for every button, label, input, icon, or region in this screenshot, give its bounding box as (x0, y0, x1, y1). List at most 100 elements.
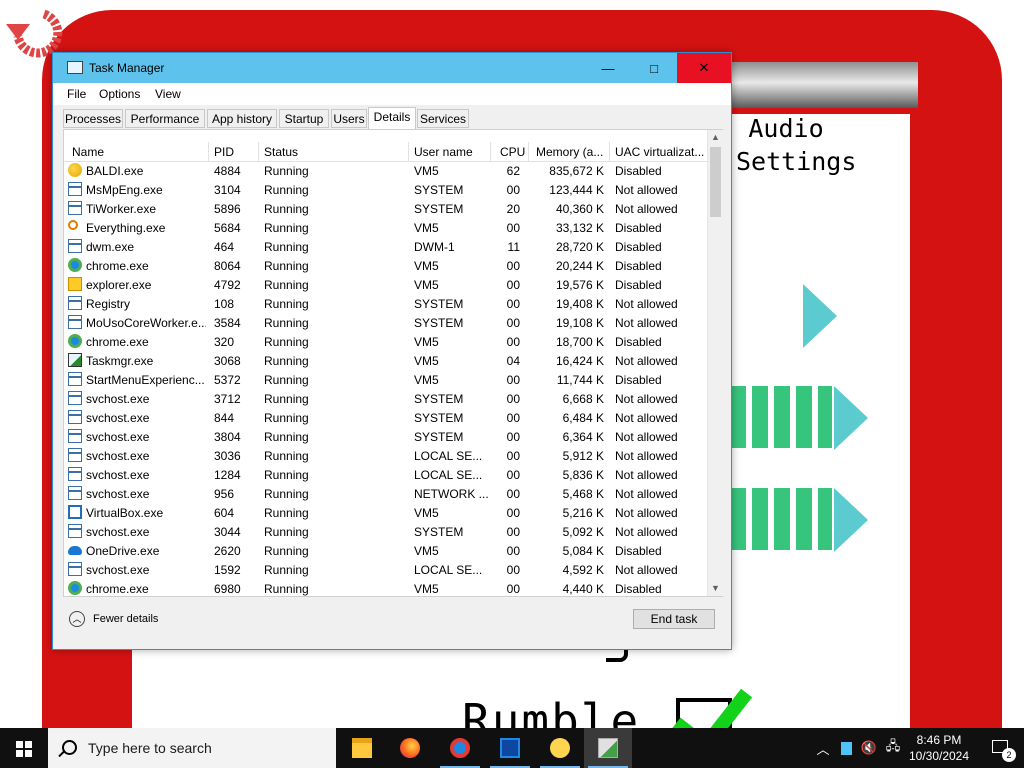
cell-status: Running (264, 430, 309, 444)
table-row[interactable]: VirtualBox.exe 604 Running VM5 00 5,216 K Not … (64, 503, 707, 522)
column-divider[interactable] (528, 142, 529, 161)
volume-muted-icon[interactable]: 🔇 (858, 728, 880, 768)
table-row[interactable]: explorer.exe 4792 Running VM5 00 19,576 K Disa… (64, 275, 707, 294)
arrow-right-icon[interactable] (803, 284, 837, 348)
cell-name: svchost.exe (86, 449, 150, 463)
cell-pid: 4884 (214, 164, 241, 178)
table-row[interactable]: svchost.exe 844 Running SYSTEM 00 6,484 K Not … (64, 408, 707, 427)
column-header-uac[interactable]: UAC virtualizat... (615, 145, 705, 159)
table-row[interactable]: chrome.exe 6980 Running VM5 00 4,440 K Disable… (64, 579, 707, 598)
cell-status: Running (264, 164, 309, 178)
table-row[interactable]: svchost.exe 3044 Running SYSTEM 00 5,092 K Not… (64, 522, 707, 541)
cell-pid: 956 (214, 487, 235, 501)
action-center-button[interactable]: 2 (980, 728, 1024, 768)
tab-performance[interactable]: Performance (125, 109, 205, 128)
column-header-name[interactable]: Name (72, 145, 104, 159)
scrollbar-thumb[interactable] (710, 147, 721, 217)
table-row[interactable]: svchost.exe 1284 Running LOCAL SE... 00 5,836… (64, 465, 707, 484)
cell-name: VirtualBox.exe (86, 506, 164, 520)
cell-pid: 3712 (214, 392, 241, 406)
arrow-right-icon[interactable] (834, 488, 868, 552)
cell-cpu: 11 (507, 240, 520, 254)
cell-cpu: 62 (506, 164, 520, 178)
close-button[interactable]: ✕ (677, 53, 731, 83)
fewer-details-button[interactable]: ︿ Fewer details (69, 611, 158, 627)
column-header-user-name[interactable]: User name (414, 145, 473, 159)
table-row[interactable]: TiWorker.exe 5896 Running SYSTEM 20 40,360 K N… (64, 199, 707, 218)
tab-startup[interactable]: Startup (279, 109, 329, 128)
column-header-memory[interactable]: Memory (a... (536, 145, 606, 159)
tab-services[interactable]: Services (417, 109, 469, 128)
fewer-details-label: Fewer details (93, 613, 159, 625)
cell-pid: 1592 (214, 563, 241, 577)
table-row[interactable]: svchost.exe 1592 Running LOCAL SE... 00 4,592… (64, 560, 707, 579)
column-divider[interactable] (609, 142, 610, 161)
audio-settings-title: Audio Settings (736, 112, 856, 178)
table-row[interactable]: MoUsoCoreWorker.e... 3584 Running SYSTEM 00 1… (64, 313, 707, 332)
table-row[interactable]: chrome.exe 8064 Running VM5 00 20,244 K Disabl… (64, 256, 707, 275)
taskbar-baldi[interactable] (536, 728, 584, 768)
taskbar-search-box[interactable]: Type here to search (48, 728, 336, 768)
taskbar-chrome[interactable] (436, 728, 484, 768)
vertical-scrollbar[interactable]: ▲ ▼ (707, 130, 723, 596)
table-row[interactable]: OneDrive.exe 2620 Running VM5 00 5,084 K Disab… (64, 541, 707, 560)
taskbar-virtualbox[interactable] (486, 728, 534, 768)
cell-name: TiWorker.exe (86, 202, 157, 216)
cell-memory: 11,744 K (556, 373, 604, 387)
column-divider[interactable] (408, 142, 409, 161)
task-manager-window: Task Manager — □ ✕ File Options View Pro… (52, 52, 732, 650)
cell-pid: 3068 (214, 354, 241, 368)
table-row[interactable]: Registry 108 Running SYSTEM 00 19,408 K Not al… (64, 294, 707, 313)
table-row[interactable]: Everything.exe 5684 Running VM5 00 33,132 K Di… (64, 218, 707, 237)
minimize-button[interactable]: — (585, 53, 631, 83)
scroll-down-icon[interactable]: ▼ (708, 581, 723, 596)
show-hidden-icons-chevron-icon[interactable]: ︿ (812, 728, 834, 768)
generic-app-icon (68, 182, 82, 196)
taskbar-firefox[interactable] (386, 728, 434, 768)
table-row[interactable]: svchost.exe 3712 Running SYSTEM 00 6,668 K Not… (64, 389, 707, 408)
table-row[interactable]: chrome.exe 320 Running VM5 00 18,700 K Disable… (64, 332, 707, 351)
cell-status: Running (264, 335, 309, 349)
column-header-cpu[interactable]: CPU (500, 145, 525, 159)
table-row[interactable]: MsMpEng.exe 3104 Running SYSTEM 00 123,444 K N… (64, 180, 707, 199)
menu-file[interactable]: File (67, 87, 86, 101)
table-row[interactable]: StartMenuExperienc... 5372 Running VM5 00 11,… (64, 370, 707, 389)
start-button[interactable] (0, 728, 48, 768)
scroll-up-icon[interactable]: ▲ (708, 130, 723, 145)
table-row[interactable]: svchost.exe 3804 Running SYSTEM 00 6,364 K Not… (64, 427, 707, 446)
tab-details[interactable]: Details (368, 107, 416, 130)
tab-users[interactable]: Users (331, 109, 367, 128)
cell-user-name: LOCAL SE... (414, 563, 483, 577)
table-row[interactable]: svchost.exe 956 Running NETWORK ... 00 5,468 … (64, 484, 707, 503)
title-bar[interactable]: Task Manager — □ ✕ (53, 53, 731, 83)
tray-app-icon[interactable] (836, 728, 856, 768)
taskbar-file-explorer[interactable] (338, 728, 386, 768)
cell-user-name: SYSTEM (414, 411, 464, 425)
tab-processes[interactable]: Processes (63, 109, 123, 128)
taskbar-task-manager[interactable] (584, 728, 632, 768)
table-row[interactable]: BALDI.exe 4884 Running VM5 62 835,672 K Disabl… (64, 161, 707, 180)
maximize-button[interactable]: □ (631, 53, 677, 83)
cell-pid: 3804 (214, 430, 241, 444)
cell-uac: Not allowed (615, 411, 678, 425)
generic-app-icon (68, 410, 82, 424)
clock-time: 8:46 PM (916, 733, 962, 747)
cell-cpu: 00 (506, 506, 520, 520)
menu-options[interactable]: Options (99, 87, 140, 101)
table-row[interactable]: Taskmgr.exe 3068 Running VM5 04 16,424 K Not a… (64, 351, 707, 370)
column-divider[interactable] (258, 142, 259, 161)
end-task-button[interactable]: End task (633, 609, 715, 629)
column-divider[interactable] (208, 142, 209, 161)
column-header-pid[interactable]: PID (214, 145, 234, 159)
table-row[interactable]: svchost.exe 3036 Running LOCAL SE... 00 5,912… (64, 446, 707, 465)
column-divider[interactable] (490, 142, 491, 161)
menu-view[interactable]: View (155, 87, 181, 101)
cell-uac: Not allowed (615, 468, 678, 482)
cell-pid: 4792 (214, 278, 241, 292)
tab-app-history[interactable]: App history (207, 109, 277, 128)
cell-pid: 108 (214, 297, 235, 311)
taskbar-clock[interactable]: 8:46 PM 10/30/2024 (900, 732, 978, 764)
table-row[interactable]: dwm.exe 464 Running DWM-1 11 28,720 K Disabled (64, 237, 707, 256)
arrow-right-icon[interactable] (834, 386, 868, 450)
column-header-status[interactable]: Status (264, 145, 298, 159)
